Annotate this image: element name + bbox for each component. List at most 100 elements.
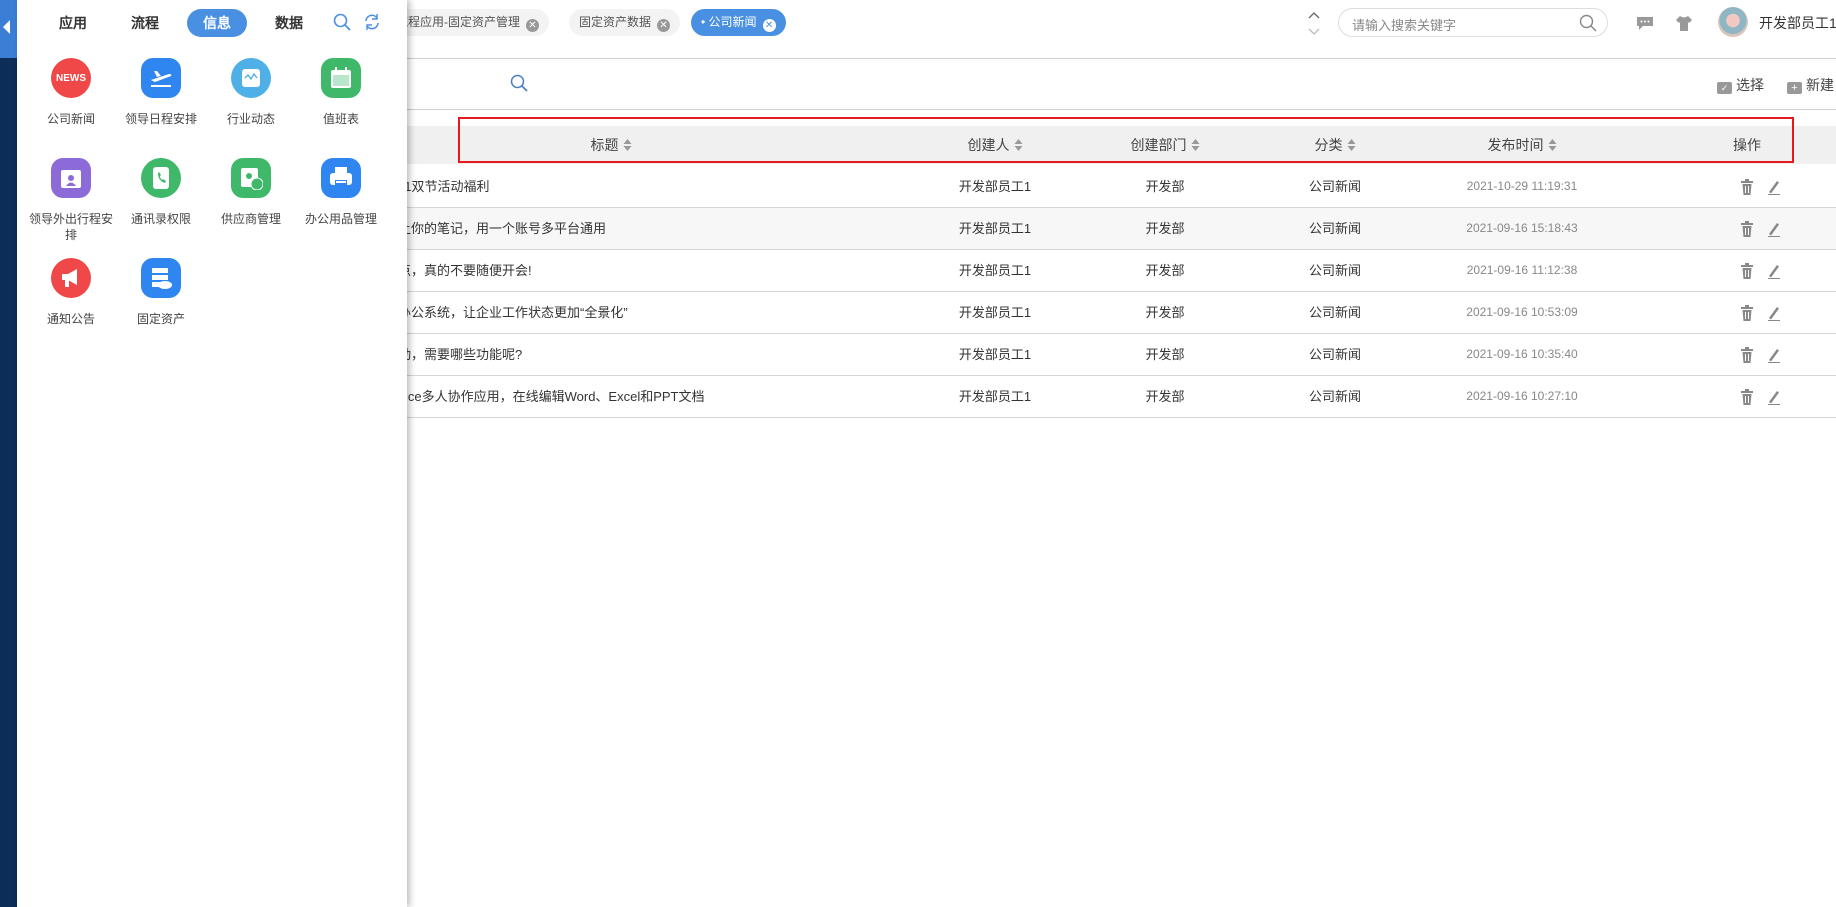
cell-creator: 开发部员工1 <box>958 305 1032 320</box>
tab-scroll-arrows-icon[interactable] <box>1307 10 1321 36</box>
tab-company-news[interactable]: • 公司新闻 ✕ <box>691 9 786 36</box>
global-search-input[interactable]: 请输入搜索关键字 <box>1338 8 1608 37</box>
cell-department: 开发部 <box>1145 347 1185 362</box>
tab-fixed-asset-data[interactable]: 固定资产数据 ✕ <box>569 9 681 36</box>
app-leader-schedule[interactable]: 领导日程安排 <box>116 58 206 127</box>
cell-title[interactable]: 勤，需要哪些功能呢? <box>398 334 522 375</box>
search-icon[interactable] <box>1579 14 1597 32</box>
calendar-icon <box>321 58 361 98</box>
supplier-icon <box>231 158 271 198</box>
active-dot-icon: • <box>701 15 709 29</box>
plane-icon <box>141 58 181 98</box>
app-fixed-assets[interactable]: 固定资产 <box>116 258 206 327</box>
news-icon: NEWS <box>51 58 91 98</box>
highlight-box <box>458 117 1794 163</box>
cell-creator: 开发部员工1 <box>958 179 1032 194</box>
close-icon[interactable]: ✕ <box>762 19 776 32</box>
person-calendar-icon <box>51 158 91 198</box>
cell-publish-time: 2021-09-16 10:35:40 <box>1466 347 1578 361</box>
delete-icon[interactable] <box>1740 389 1754 405</box>
cell-publish-time: 2021-09-16 10:27:10 <box>1466 389 1578 403</box>
printer-icon <box>321 158 361 198</box>
delete-icon[interactable] <box>1740 347 1754 363</box>
select-button[interactable]: ✓ 选择 <box>1717 75 1764 95</box>
delete-icon[interactable] <box>1740 179 1754 195</box>
app-label: 供应商管理 <box>220 212 281 226</box>
panel-tab-flow[interactable]: 流程 <box>115 9 175 37</box>
panel-tab-apps[interactable]: 应用 <box>43 9 103 37</box>
message-icon[interactable] <box>1636 15 1654 31</box>
cell-creator: 开发部员工1 <box>958 347 1032 362</box>
edit-icon[interactable] <box>1767 389 1781 405</box>
app-label: 通知公告 <box>46 312 95 326</box>
app-label: 领导日程安排 <box>124 112 197 126</box>
app-contacts-permission[interactable]: 通讯录权限 <box>116 158 206 227</box>
phone-book-icon <box>141 158 181 198</box>
app-industry-news[interactable]: 行业动态 <box>206 58 296 127</box>
theme-shirt-icon[interactable] <box>1675 14 1693 32</box>
tab-label: 公司新闻 <box>708 15 757 29</box>
search-icon[interactable] <box>333 13 351 31</box>
user-name[interactable]: 开发部员工1 <box>1759 13 1836 33</box>
cell-department: 开发部 <box>1145 179 1185 194</box>
cell-category: 公司新闻 <box>1308 389 1362 404</box>
cell-category: 公司新闻 <box>1308 179 1362 194</box>
edit-icon[interactable] <box>1767 263 1781 279</box>
close-icon[interactable]: ✕ <box>657 19 671 32</box>
list-search-icon[interactable] <box>510 74 528 92</box>
cell-category: 公司新闻 <box>1308 305 1362 320</box>
delete-icon[interactable] <box>1740 221 1754 237</box>
cell-publish-time: 2021-10-29 11:19:31 <box>1466 179 1578 193</box>
app-label: 行业动态 <box>226 112 275 126</box>
app-notices[interactable]: 通知公告 <box>26 258 116 327</box>
app-label: 公司新闻 <box>46 112 95 126</box>
tab-fixed-asset-management[interactable]: 流程应用-固定资产管理 ✕ <box>386 9 549 36</box>
cell-creator: 开发部员工1 <box>958 221 1032 236</box>
edit-icon[interactable] <box>1767 221 1781 237</box>
app-supplier-management[interactable]: 供应商管理 <box>206 158 296 227</box>
new-button[interactable]: + 新建 <box>1787 75 1834 95</box>
chart-icon <box>231 58 271 98</box>
left-nav-strip <box>0 0 17 907</box>
collapse-panel-button[interactable] <box>0 0 17 58</box>
refresh-icon[interactable] <box>363 13 381 31</box>
cell-title[interactable]: 点，真的不要随便开会! <box>398 250 532 291</box>
cell-title[interactable]: 让你的笔记，用一个账号多平台通用 <box>398 208 606 249</box>
tab-label: 固定资产数据 <box>579 15 652 29</box>
cell-category: 公司新闻 <box>1308 221 1362 236</box>
cell-department: 开发部 <box>1145 263 1185 278</box>
cell-department: 开发部 <box>1145 389 1185 404</box>
cell-creator: 开发部员工1 <box>958 389 1032 404</box>
cell-department: 开发部 <box>1145 305 1185 320</box>
megaphone-icon <box>51 258 91 298</box>
app-leader-trip[interactable]: 领导外出行程安排 <box>26 158 116 243</box>
cell-creator: 开发部员工1 <box>958 263 1032 278</box>
app-label: 领导外出行程安排 <box>28 212 113 242</box>
cell-category: 公司新闻 <box>1308 347 1362 362</box>
server-icon <box>141 258 181 298</box>
folder-plus-icon: + <box>1787 82 1802 94</box>
select-label: 选择 <box>1736 77 1764 93</box>
cell-title[interactable]: 办公系统，让企业工作状态更加“全景化” <box>398 292 628 333</box>
cell-category: 公司新闻 <box>1308 263 1362 278</box>
app-duty-roster[interactable]: 值班表 <box>296 58 386 127</box>
panel-tab-info[interactable]: 信息 <box>187 9 247 37</box>
edit-icon[interactable] <box>1767 179 1781 195</box>
edit-icon[interactable] <box>1767 347 1781 363</box>
app-company-news[interactable]: NEWS 公司新闻 <box>26 58 116 127</box>
cell-title[interactable]: 11双节活动福利 <box>398 166 490 207</box>
edit-icon[interactable] <box>1767 305 1781 321</box>
delete-icon[interactable] <box>1740 263 1754 279</box>
user-avatar[interactable] <box>1718 7 1748 37</box>
chevron-left-icon <box>3 20 10 34</box>
panel-tab-data[interactable]: 数据 <box>259 9 319 37</box>
cell-department: 开发部 <box>1145 221 1185 236</box>
app-label: 办公用品管理 <box>304 212 377 226</box>
toolbar-divider <box>407 109 1836 110</box>
delete-icon[interactable] <box>1740 305 1754 321</box>
app-office-supplies[interactable]: 办公用品管理 <box>296 158 386 227</box>
app-label: 固定资产 <box>136 312 185 326</box>
app-launcher-panel: 应用 流程 信息 数据 NEWS 公司新闻 领导日程安排 行业动态 值班表 领导… <box>17 0 407 907</box>
cell-title[interactable]: ffice多人协作应用，在线编辑Word、Excel和PPT文档 <box>398 376 705 417</box>
close-icon[interactable]: ✕ <box>526 19 539 32</box>
